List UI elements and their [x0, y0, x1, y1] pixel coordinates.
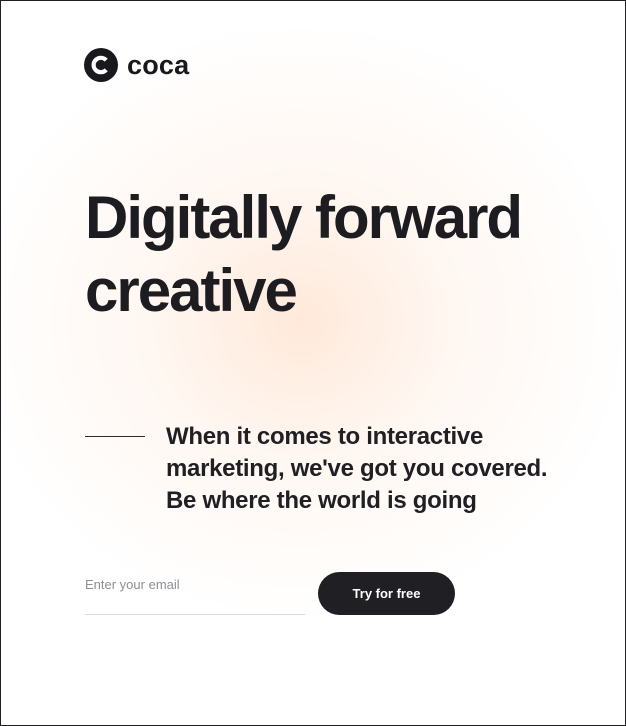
coca-logo-icon: [84, 48, 118, 82]
hero-headline-line-2: creative: [85, 257, 298, 324]
hero-tagline-line-3: Be where the world is going: [166, 487, 477, 514]
hero-headline: Digitally forward creative: [85, 181, 605, 327]
hero-tagline-line-1: When it comes to interactive: [166, 423, 484, 450]
hero-tagline: When it comes to interactive marketing, …: [166, 421, 586, 517]
hero-headline-line-1: Digitally forward: [85, 184, 523, 251]
try-for-free-button[interactable]: Try for free: [318, 572, 455, 615]
email-input[interactable]: [85, 571, 305, 615]
brand-logo[interactable]: coca: [84, 48, 189, 82]
brand-name: coca: [127, 50, 190, 80]
landing-page: coca Digitally forward creative When it …: [0, 0, 626, 726]
hero-tagline-line-2: marketing, we've got you covered.: [166, 455, 548, 482]
tagline-divider: [85, 436, 145, 437]
